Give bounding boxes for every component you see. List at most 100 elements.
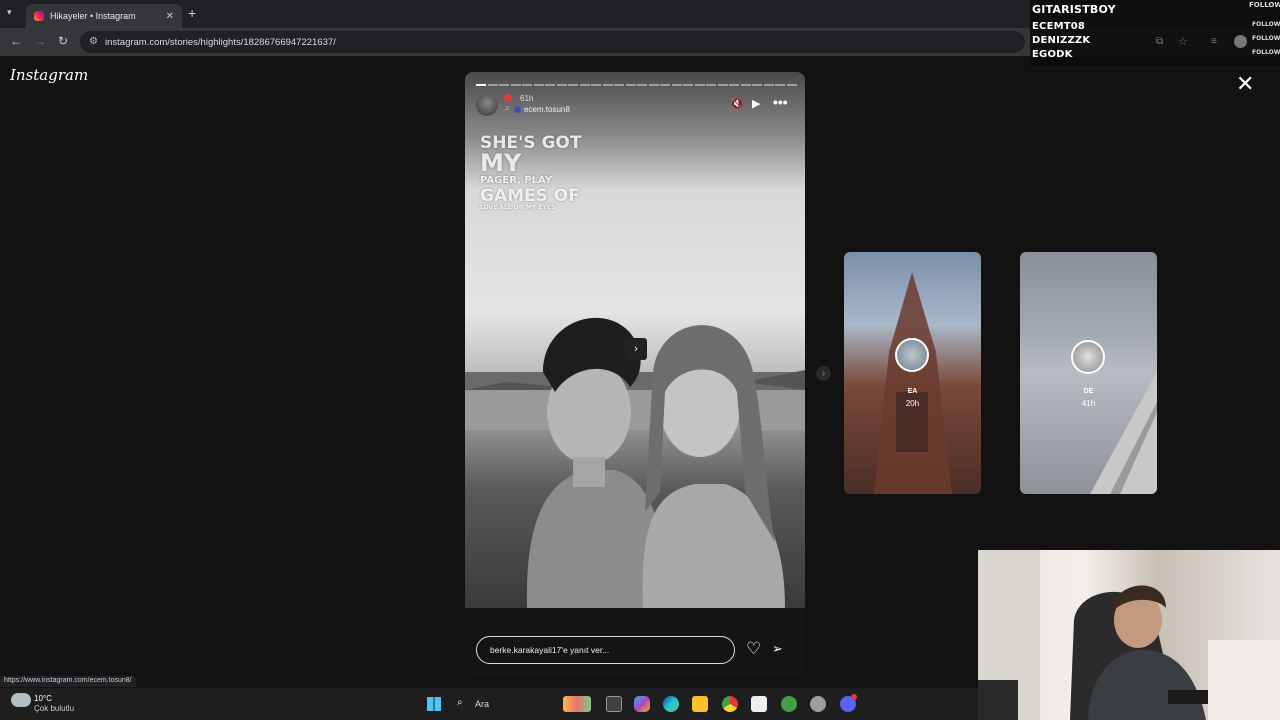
- story-progress-segment: [487, 84, 498, 86]
- side-story-avatar-1: [895, 338, 929, 372]
- browser-tab-active[interactable]: Hikayeler • Instagram ✕: [26, 4, 182, 28]
- story-progress-segment: [740, 84, 751, 86]
- overlay-follow-label: FOLLOW: [1249, 1, 1280, 9]
- overlay-follow-label: FOLLOW: [1252, 35, 1280, 42]
- address-bar[interactable]: ⚙ instagram.com/stories/highlights/18286…: [80, 31, 1025, 53]
- overlay-name-1: ECEMT08: [1032, 21, 1086, 32]
- instagram-logo[interactable]: Instagram: [10, 66, 88, 84]
- music-note-icon: ♫: [504, 105, 510, 112]
- webcam-scene: [978, 550, 1280, 720]
- story-viewer[interactable]: 61h ♫ ecem.tosun8 🔇 ▶ ••• SHE'S GOT MY P…: [465, 72, 805, 676]
- weather-temp: 10°C: [34, 694, 52, 703]
- back-arrow-icon[interactable]: ←: [10, 34, 22, 48]
- share-send-icon[interactable]: ➢: [772, 641, 783, 657]
- story-progress-segment: [706, 84, 716, 86]
- weather-desc: Çok bulutlu: [34, 704, 75, 713]
- overlay-name-3: EGODK: [1032, 49, 1073, 60]
- story-progress-segment: [763, 84, 774, 86]
- new-tab-icon[interactable]: +: [188, 5, 196, 21]
- search-icon[interactable]: ⌕: [457, 697, 463, 708]
- story-text-line-3: PAGER, PLAY: [480, 175, 553, 186]
- story-progress-segment: [625, 84, 636, 86]
- mute-icon[interactable]: 🔇: [730, 97, 744, 110]
- chrome-browser-icon[interactable]: [722, 696, 738, 712]
- status-bar-url: https://www.instagram.com/ecem.tosun8/: [0, 676, 136, 687]
- mentioned-user-avatar: [514, 106, 521, 113]
- overlay-top-name: GITARISTBOY: [1032, 3, 1116, 16]
- story-progress-segment: [660, 84, 670, 86]
- story-text-line-5: LOVE ALL ON MY EYES: [480, 204, 556, 211]
- story-username[interactable]: ecem.tosun8: [524, 105, 570, 114]
- story-progress-segment: [591, 84, 601, 86]
- webcam-overlay: [978, 550, 1280, 720]
- side-story-label-1: EA: [907, 388, 918, 395]
- story-progress-segment: [786, 84, 797, 86]
- address-bar-url: instagram.com/stories/highlights/1828676…: [105, 36, 336, 48]
- story-progress-segment: [568, 84, 578, 86]
- bookmark-star-icon[interactable]: ☆: [1178, 35, 1188, 48]
- tab-title: Hikayeler • Instagram: [50, 11, 136, 21]
- follower-overlay: GITARISTBOY FOLLOW ECEMT08 FOLLOW DENIZZ…: [1030, 0, 1280, 66]
- copilot-icon[interactable]: [634, 696, 650, 712]
- highlight-heart-icon: [504, 94, 512, 102]
- story-author-avatar[interactable]: [476, 94, 498, 116]
- next-story-icon[interactable]: ›: [625, 338, 647, 360]
- story-progress-segment: [637, 84, 647, 86]
- story-progress-segment: [729, 84, 739, 86]
- tab-close-icon[interactable]: ✕: [166, 11, 174, 22]
- story-progress-segment: [683, 84, 693, 86]
- story-progress-segment: [648, 84, 659, 86]
- weather-cloud-icon[interactable]: [11, 693, 31, 707]
- side-story-label-2: DE: [1083, 388, 1094, 395]
- side-story-avatar-2: [1071, 340, 1105, 374]
- cast-icon[interactable]: ⧉: [1156, 36, 1163, 47]
- next-arrow-icon[interactable]: ›: [816, 366, 831, 381]
- side-story-thumbnail-1[interactable]: EA 20h: [844, 252, 981, 494]
- story-progress-segment: [533, 84, 544, 86]
- reload-icon[interactable]: ↻: [58, 34, 68, 48]
- overlay-name-2: DENIZZZK: [1032, 35, 1091, 46]
- story-progress-segment: [752, 84, 762, 86]
- profile-avatar-icon[interactable]: [1234, 35, 1247, 48]
- story-progress-segment: [694, 84, 705, 86]
- story-progress-segment: [510, 84, 521, 86]
- more-options-icon[interactable]: •••: [773, 94, 788, 110]
- side-story-time-1: 20h: [905, 399, 920, 408]
- tab-search-chevron-icon[interactable]: ▾: [7, 7, 12, 18]
- building-scene: [874, 272, 952, 494]
- story-progress-segment: [499, 84, 509, 86]
- story-progress-segment: [556, 84, 567, 86]
- windows-start-icon[interactable]: [427, 697, 441, 711]
- xbox-icon[interactable]: [781, 696, 797, 712]
- file-explorer-icon[interactable]: [692, 696, 708, 712]
- story-time: 61h: [520, 94, 534, 103]
- play-icon[interactable]: ▶: [752, 97, 760, 110]
- story-progress-segment: [614, 84, 624, 86]
- story-progress-segment: [476, 84, 486, 86]
- steam-icon[interactable]: [810, 696, 826, 712]
- reply-input[interactable]: berke.karakayali17'e yanıt ver...: [476, 636, 735, 664]
- story-progress-segment: [775, 84, 785, 86]
- story-progress-segment: [602, 84, 613, 86]
- edge-browser-icon[interactable]: [663, 696, 679, 712]
- ms-store-icon[interactable]: [751, 696, 767, 712]
- story-progress-segment: [579, 84, 590, 86]
- like-heart-icon[interactable]: ♡: [746, 639, 761, 659]
- story-progress-segment: [522, 84, 532, 86]
- side-story-time-2: 41h: [1081, 399, 1096, 408]
- side-story-thumbnail-2[interactable]: DE 41h: [1020, 252, 1157, 494]
- overlay-follow-label: FOLLOW: [1252, 49, 1280, 56]
- story-text-line-2: MY: [480, 149, 522, 177]
- close-story-icon[interactable]: ✕: [1236, 71, 1254, 97]
- taskbar-search-label[interactable]: Ara: [475, 699, 489, 709]
- story-progress-segment: [717, 84, 728, 86]
- task-view-icon[interactable]: [606, 696, 622, 712]
- forward-arrow-icon[interactable]: →: [34, 34, 46, 48]
- reading-list-icon[interactable]: ≡: [1211, 36, 1217, 47]
- story-progress-segment: [671, 84, 682, 86]
- instagram-favicon-icon: [34, 11, 44, 21]
- story-text-line-4: GAMES OF: [480, 186, 580, 206]
- story-progress-segment: [545, 84, 555, 86]
- widgets-icon[interactable]: [563, 696, 591, 712]
- site-info-icon[interactable]: ⚙: [89, 36, 98, 47]
